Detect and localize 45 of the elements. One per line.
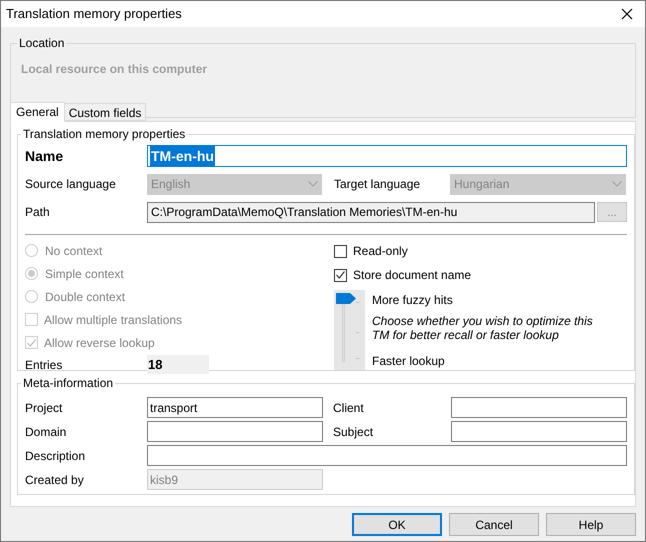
location-text: Local resource on this computer xyxy=(21,61,208,78)
dialog-button[interactable]: Cancel xyxy=(449,513,539,536)
name-field[interactable]: TM-en-hu xyxy=(147,145,627,167)
checkbox-label: Allow multiple translations xyxy=(44,312,182,328)
field-label: Client xyxy=(332,400,365,416)
group-label: Translation memory properties xyxy=(23,127,186,141)
field-label: Subject xyxy=(332,424,374,440)
group-label: Meta-information xyxy=(23,376,114,390)
field-label: Description xyxy=(25,448,86,464)
tab[interactable]: Custom fields xyxy=(64,103,146,121)
slider-label: Faster lookup xyxy=(372,353,446,370)
radio-label: Simple context xyxy=(45,266,124,282)
field-label: Entries xyxy=(25,356,64,374)
field-label: Source language xyxy=(25,176,117,193)
checkbox[interactable] xyxy=(334,244,347,258)
dialog-button[interactable]: Help xyxy=(546,513,636,536)
group-label: Location xyxy=(19,36,64,50)
field-label: Name xyxy=(25,146,64,166)
radio-label: No context xyxy=(45,242,102,260)
text-field[interactable] xyxy=(451,397,627,418)
tab[interactable]: General xyxy=(10,102,65,122)
dialog-button[interactable]: OK xyxy=(352,513,442,536)
entries-value: 18 xyxy=(147,354,209,374)
text-field[interactable] xyxy=(451,421,627,442)
field-label: Domain xyxy=(25,424,68,440)
checkbox-label: Allow reverse lookup xyxy=(44,334,155,352)
chevron-down-icon xyxy=(612,181,622,187)
path-field[interactable]: C:\ProgramData\MemoQ\Translation Memories\TM-en-hu xyxy=(147,202,595,222)
checkbox-label: Store document name xyxy=(353,267,472,284)
text-field[interactable]: transport xyxy=(147,397,323,418)
checkbox-label: Read-only xyxy=(353,243,408,260)
field-label: Created by xyxy=(25,472,85,488)
slider[interactable] xyxy=(334,290,365,370)
field-label: Project xyxy=(25,400,64,416)
slider-label: More fuzzy hits xyxy=(372,292,454,309)
slider-description: Choose whether you wish to optimize this TM for better recall or faster lookup xyxy=(372,314,594,342)
text-field[interactable] xyxy=(147,421,323,442)
text-field[interactable] xyxy=(147,445,627,466)
slider-thumb[interactable] xyxy=(336,293,356,304)
field-label: Path xyxy=(25,204,51,221)
radio-label: Double context xyxy=(45,288,126,306)
checkbox[interactable] xyxy=(334,268,347,282)
chevron-down-icon xyxy=(308,181,318,187)
window-title: Translation memory properties xyxy=(6,5,182,24)
field-label: Target language xyxy=(334,176,422,193)
